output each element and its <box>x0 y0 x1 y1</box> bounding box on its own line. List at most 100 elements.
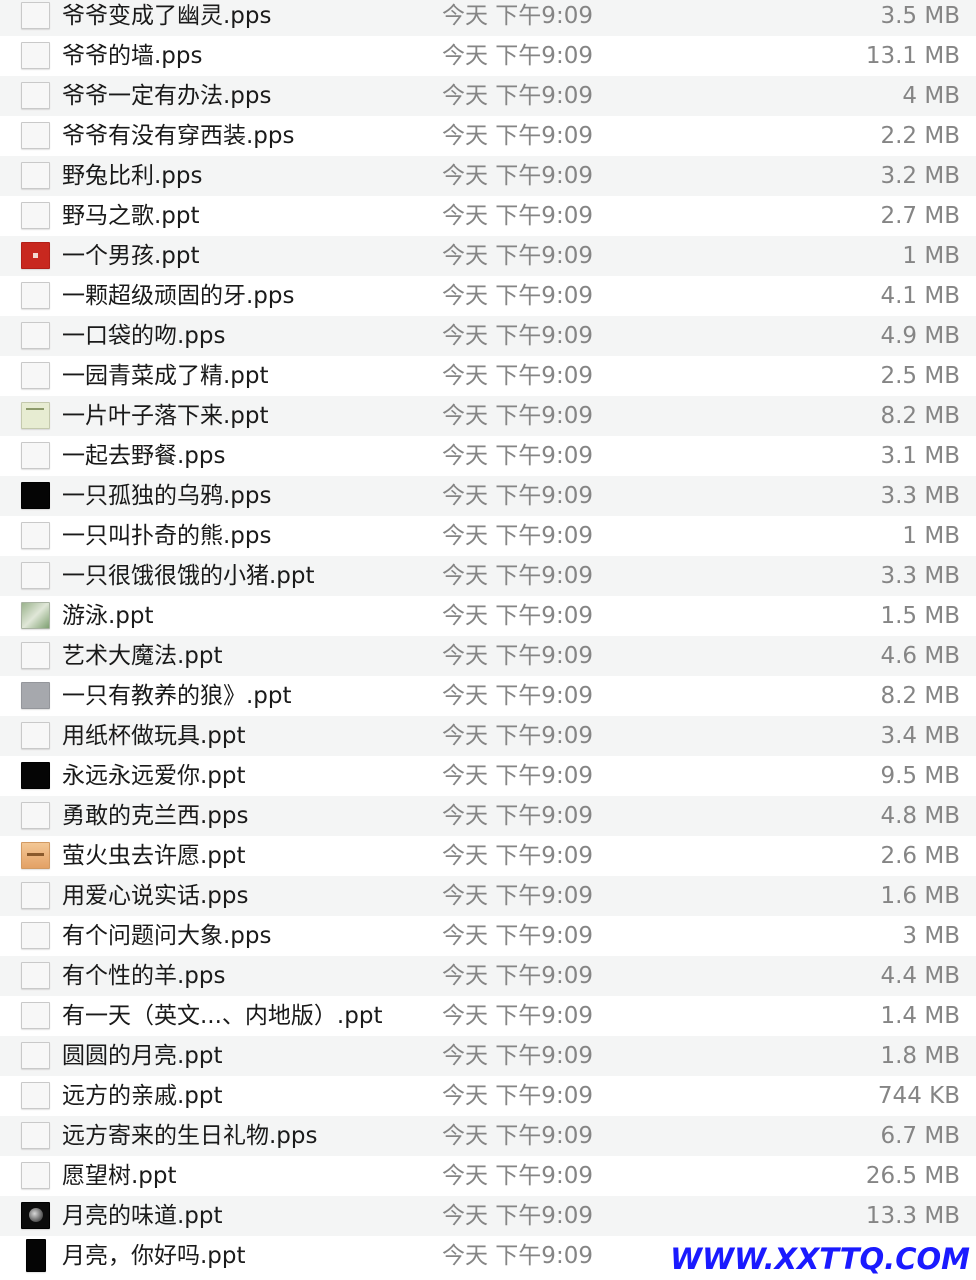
file-row[interactable]: 爷爷的墙.pps 今天 下午9:09 13.1 MB <box>0 36 976 76</box>
file-date-modified: 今天 下午9:09 <box>442 803 593 829</box>
file-thumbnail-icon <box>21 1002 50 1029</box>
file-row[interactable]: 一只很饿很饿的小猪.ppt 今天 下午9:09 3.3 MB <box>0 556 976 596</box>
file-thumbnail-icon <box>21 82 50 109</box>
file-row[interactable]: 月亮的味道.ppt 今天 下午9:09 13.3 MB <box>0 1196 976 1236</box>
file-row[interactable]: 勇敢的克兰西.pps 今天 下午9:09 4.8 MB <box>0 796 976 836</box>
file-row[interactable]: 一只叫扑奇的熊.pps 今天 下午9:09 1 MB <box>0 516 976 556</box>
file-thumbnail-icon <box>21 162 50 189</box>
file-name: 爷爷有没有穿西装.pps <box>62 123 295 149</box>
file-size: 6.7 MB <box>880 1123 960 1149</box>
file-row[interactable]: 用爱心说实话.pps 今天 下午9:09 1.6 MB <box>0 876 976 916</box>
file-row[interactable]: 远方的亲戚.ppt 今天 下午9:09 744 KB <box>0 1076 976 1116</box>
file-date-modified: 今天 下午9:09 <box>442 283 593 309</box>
file-thumbnail-icon <box>21 1162 50 1189</box>
file-row[interactable]: 一园青菜成了精.ppt 今天 下午9:09 2.5 MB <box>0 356 976 396</box>
file-thumbnail-icon <box>21 442 50 469</box>
watermark: WWW.XXTTQ.COM <box>670 1242 970 1276</box>
file-size: 13.3 MB <box>865 1203 960 1229</box>
file-name: 远方寄来的生日礼物.pps <box>62 1123 318 1149</box>
file-row[interactable]: 愿望树.ppt 今天 下午9:09 26.5 MB <box>0 1156 976 1196</box>
file-date-modified: 今天 下午9:09 <box>442 363 593 389</box>
file-date-modified: 今天 下午9:09 <box>442 603 593 629</box>
file-name: 一起去野餐.pps <box>62 443 226 469</box>
file-row[interactable]: 一只孤独的乌鸦.pps 今天 下午9:09 3.3 MB <box>0 476 976 516</box>
file-date-modified: 今天 下午9:09 <box>442 723 593 749</box>
file-row[interactable]: 萤火虫去许愿.ppt 今天 下午9:09 2.6 MB <box>0 836 976 876</box>
file-row[interactable]: 远方寄来的生日礼物.pps 今天 下午9:09 6.7 MB <box>0 1116 976 1156</box>
file-row[interactable]: 游泳.ppt 今天 下午9:09 1.5 MB <box>0 596 976 636</box>
file-row[interactable]: 艺术大魔法.ppt 今天 下午9:09 4.6 MB <box>0 636 976 676</box>
file-size: 744 KB <box>877 1083 960 1109</box>
file-date-modified: 今天 下午9:09 <box>442 163 593 189</box>
file-thumbnail-icon <box>21 242 50 269</box>
file-name: 有一天（英文...、内地版）.ppt <box>62 1003 383 1029</box>
file-row[interactable]: 永远永远爱你.ppt 今天 下午9:09 9.5 MB <box>0 756 976 796</box>
file-size: 4.9 MB <box>880 323 960 349</box>
file-thumbnail-icon <box>21 2 50 29</box>
file-date-modified: 今天 下午9:09 <box>442 83 593 109</box>
file-thumbnail-icon <box>21 842 50 869</box>
file-size: 4.6 MB <box>880 643 960 669</box>
file-date-modified: 今天 下午9:09 <box>442 843 593 869</box>
file-name: 一只有教养的狼》.ppt <box>62 683 292 709</box>
file-row[interactable]: 有一天（英文...、内地版）.ppt 今天 下午9:09 1.4 MB <box>0 996 976 1036</box>
file-size: 9.5 MB <box>880 763 960 789</box>
file-date-modified: 今天 下午9:09 <box>442 483 593 509</box>
file-name: 游泳.ppt <box>62 603 154 629</box>
file-size: 4.4 MB <box>880 963 960 989</box>
file-thumbnail-icon <box>21 482 50 509</box>
file-size: 1.8 MB <box>880 1043 960 1069</box>
file-date-modified: 今天 下午9:09 <box>442 1083 593 1109</box>
file-thumbnail-icon <box>21 322 50 349</box>
file-size: 2.6 MB <box>880 843 960 869</box>
file-row[interactable]: 爷爷有没有穿西装.pps 今天 下午9:09 2.2 MB <box>0 116 976 156</box>
file-thumbnail-icon <box>21 1202 50 1229</box>
file-thumbnail-icon <box>21 522 50 549</box>
file-name: 愿望树.ppt <box>62 1163 177 1189</box>
file-row[interactable]: 一起去野餐.pps 今天 下午9:09 3.1 MB <box>0 436 976 476</box>
file-row[interactable]: 野马之歌.ppt 今天 下午9:09 2.7 MB <box>0 196 976 236</box>
file-size: 1 MB <box>902 523 960 549</box>
file-thumbnail-icon <box>21 602 50 629</box>
file-size: 2.7 MB <box>880 203 960 229</box>
file-row[interactable]: 有个性的羊.pps 今天 下午9:09 4.4 MB <box>0 956 976 996</box>
file-date-modified: 今天 下午9:09 <box>442 123 593 149</box>
file-date-modified: 今天 下午9:09 <box>442 923 593 949</box>
file-row[interactable]: 一颗超级顽固的牙.pps 今天 下午9:09 4.1 MB <box>0 276 976 316</box>
file-date-modified: 今天 下午9:09 <box>442 643 593 669</box>
file-thumbnail-icon <box>21 922 50 949</box>
file-row[interactable]: 一个男孩.ppt 今天 下午9:09 1 MB <box>0 236 976 276</box>
file-size: 3.3 MB <box>880 483 960 509</box>
file-name: 用纸杯做玩具.ppt <box>62 723 246 749</box>
file-size: 8.2 MB <box>880 403 960 429</box>
file-thumbnail-icon <box>21 1122 50 1149</box>
file-row[interactable]: 爷爷一定有办法.pps 今天 下午9:09 4 MB <box>0 76 976 116</box>
file-size: 4 MB <box>902 83 960 109</box>
file-name: 勇敢的克兰西.pps <box>62 803 249 829</box>
file-name: 一只叫扑奇的熊.pps <box>62 523 272 549</box>
file-size: 1.6 MB <box>880 883 960 909</box>
file-name: 远方的亲戚.ppt <box>62 1083 223 1109</box>
file-date-modified: 今天 下午9:09 <box>442 683 593 709</box>
file-date-modified: 今天 下午9:09 <box>442 43 593 69</box>
file-name: 用爱心说实话.pps <box>62 883 249 909</box>
file-size: 3.5 MB <box>880 3 960 29</box>
file-row[interactable]: 圆圆的月亮.ppt 今天 下午9:09 1.8 MB <box>0 1036 976 1076</box>
file-row[interactable]: 一口袋的吻.pps 今天 下午9:09 4.9 MB <box>0 316 976 356</box>
file-row[interactable]: 一只有教养的狼》.ppt 今天 下午9:09 8.2 MB <box>0 676 976 716</box>
file-thumbnail-icon <box>21 362 50 389</box>
file-row[interactable]: 爷爷变成了幽灵.pps 今天 下午9:09 3.5 MB <box>0 0 976 36</box>
file-row[interactable]: 野兔比利.pps 今天 下午9:09 3.2 MB <box>0 156 976 196</box>
file-date-modified: 今天 下午9:09 <box>442 523 593 549</box>
file-row[interactable]: 一片叶子落下来.ppt 今天 下午9:09 8.2 MB <box>0 396 976 436</box>
file-row[interactable]: 用纸杯做玩具.ppt 今天 下午9:09 3.4 MB <box>0 716 976 756</box>
file-name: 一片叶子落下来.ppt <box>62 403 269 429</box>
file-name: 圆圆的月亮.ppt <box>62 1043 223 1069</box>
file-size: 26.5 MB <box>865 1163 960 1189</box>
file-date-modified: 今天 下午9:09 <box>442 1043 593 1069</box>
file-size: 4.8 MB <box>880 803 960 829</box>
file-size: 8.2 MB <box>880 683 960 709</box>
file-thumbnail-icon <box>26 1239 46 1272</box>
file-row[interactable]: 有个问题问大象.pps 今天 下午9:09 3 MB <box>0 916 976 956</box>
file-thumbnail-icon <box>21 402 50 429</box>
